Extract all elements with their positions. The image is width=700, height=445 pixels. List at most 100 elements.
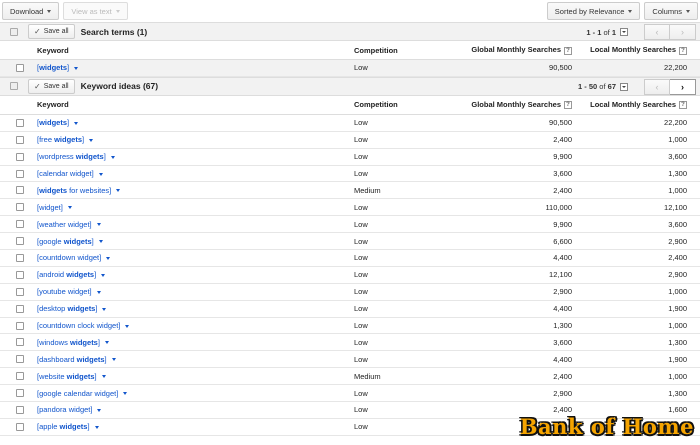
row-checkbox[interactable] <box>15 253 24 262</box>
help-icon[interactable]: ? <box>679 101 687 110</box>
chevron-down-icon[interactable] <box>102 307 107 311</box>
row-checkbox[interactable] <box>15 422 24 431</box>
keyword-link[interactable]: [desktop widgets] <box>37 304 97 313</box>
page-select-dropdown[interactable] <box>620 82 628 91</box>
select-all-checkbox[interactable] <box>10 82 18 91</box>
chevron-down-icon[interactable] <box>67 206 72 210</box>
competition-cell: Low <box>354 118 368 128</box>
keyword-link[interactable]: [pandora widget] <box>37 405 92 414</box>
row-checkbox[interactable] <box>15 287 24 296</box>
keyword-link[interactable]: [widgets for websites] <box>37 186 111 195</box>
keyword-link[interactable]: [widgets] <box>37 63 69 72</box>
local-searches-cell: 22,200 <box>664 118 687 128</box>
check-icon: ✓ <box>34 81 41 91</box>
keyword-column-header[interactable]: Keyword <box>37 100 354 109</box>
keyword-link[interactable]: [google widgets] <box>37 237 94 246</box>
chevron-right-icon: › <box>681 81 684 92</box>
chevron-down-icon[interactable] <box>96 290 101 294</box>
chevron-down-icon[interactable] <box>125 324 130 328</box>
row-checkbox[interactable] <box>15 203 24 212</box>
chevron-down-icon[interactable] <box>101 273 106 277</box>
sort-button[interactable]: Sorted by Relevance <box>546 2 641 20</box>
chevron-down-icon[interactable] <box>89 138 94 142</box>
keyword-link[interactable]: [countdown clock widget] <box>37 321 120 330</box>
chevron-down-icon[interactable] <box>116 189 121 193</box>
row-checkbox[interactable] <box>15 321 24 330</box>
keyword-link[interactable]: [weather widget] <box>37 220 92 229</box>
row-checkbox[interactable] <box>15 355 24 364</box>
page-select-dropdown[interactable] <box>620 28 628 36</box>
columns-button[interactable]: Columns <box>644 2 698 20</box>
row-checkbox[interactable] <box>15 186 24 195</box>
local-searches-column-header[interactable]: Local Monthly Searches? <box>572 45 696 55</box>
chevron-down-icon[interactable] <box>74 66 79 70</box>
keyword-link[interactable]: [countdown widget] <box>37 253 101 262</box>
keyword-link[interactable]: [youtube widget] <box>37 287 92 296</box>
row-checkbox[interactable] <box>15 372 24 381</box>
row-checkbox[interactable] <box>15 118 24 127</box>
row-checkbox[interactable] <box>15 389 24 398</box>
row-checkbox[interactable] <box>15 152 24 161</box>
sort-label: Sorted by Relevance <box>554 6 625 16</box>
competition-column-header[interactable]: Competition <box>354 100 454 109</box>
prev-page-button[interactable]: ‹ <box>644 24 670 40</box>
chevron-down-icon[interactable] <box>98 240 103 244</box>
next-page-button[interactable]: › <box>670 24 696 40</box>
help-icon[interactable]: ? <box>679 46 687 55</box>
row-checkbox[interactable] <box>15 237 24 246</box>
chevron-down-icon[interactable] <box>98 172 103 176</box>
global-searches-cell: 6,600 <box>553 236 572 246</box>
row-checkbox[interactable] <box>15 135 24 144</box>
chevron-down-icon[interactable] <box>97 408 102 412</box>
row-checkbox[interactable] <box>15 169 24 178</box>
check-icon: ✓ <box>34 27 41 36</box>
view-as-text-button[interactable]: View as text <box>63 2 128 20</box>
chevron-down-icon[interactable] <box>94 425 99 429</box>
row-checkbox[interactable] <box>15 270 24 279</box>
keyword-link[interactable]: [dashboard widgets] <box>37 355 107 364</box>
keyword-link[interactable]: [website widgets] <box>37 372 97 381</box>
chevron-down-icon[interactable] <box>74 121 79 125</box>
save-all-button[interactable]: ✓ Save all <box>28 78 75 94</box>
global-searches-column-header[interactable]: Global Monthly Searches? <box>454 45 572 55</box>
next-page-button[interactable]: › <box>670 78 696 95</box>
global-searches-cell: 12,100 <box>549 270 572 280</box>
keyword-link[interactable]: [apple widgets] <box>37 422 90 431</box>
row-checkbox[interactable] <box>15 63 24 72</box>
global-searches-column-header[interactable]: Global Monthly Searches? <box>454 100 572 110</box>
help-icon[interactable]: ? <box>564 46 572 55</box>
save-all-button[interactable]: ✓ Save all <box>28 24 75 39</box>
local-searches-column-header[interactable]: Local Monthly Searches? <box>572 100 696 110</box>
help-icon[interactable]: ? <box>564 101 572 110</box>
table-row: [countdown clock widget] Low 1,300 1,000 <box>0 318 700 335</box>
row-checkbox[interactable] <box>15 338 24 347</box>
chevron-down-icon[interactable] <box>110 155 115 159</box>
chevron-down-icon[interactable] <box>96 223 101 227</box>
keyword-link[interactable]: [calendar widget] <box>37 169 94 178</box>
keyword-link[interactable]: [windows widgets] <box>37 338 100 347</box>
keyword-link[interactable]: [widget] <box>37 203 63 212</box>
chevron-down-icon[interactable] <box>123 392 128 396</box>
competition-cell: Low <box>354 219 368 229</box>
keyword-link[interactable]: [widgets] <box>37 118 69 127</box>
chevron-down-icon[interactable] <box>101 375 106 379</box>
prev-page-button[interactable]: ‹ <box>644 78 670 95</box>
keyword-link[interactable]: [free widgets] <box>37 135 84 144</box>
view-as-text-label: View as text <box>71 6 112 16</box>
competition-cell: Low <box>354 253 368 263</box>
row-checkbox[interactable] <box>15 220 24 229</box>
competition-cell: Medium <box>354 371 381 381</box>
row-checkbox[interactable] <box>15 405 24 414</box>
keyword-column-header[interactable]: Keyword <box>37 46 354 55</box>
keyword-link[interactable]: [google calendar widget] <box>37 389 118 398</box>
keyword-link[interactable]: [android widgets] <box>37 270 96 279</box>
download-button[interactable]: Download <box>2 2 60 20</box>
row-checkbox[interactable] <box>15 304 24 313</box>
chevron-down-icon[interactable] <box>106 256 111 260</box>
global-searches-cell: 90,500 <box>549 118 572 128</box>
chevron-down-icon[interactable] <box>111 358 116 362</box>
chevron-down-icon[interactable] <box>104 341 109 345</box>
competition-column-header[interactable]: Competition <box>354 46 454 55</box>
keyword-link[interactable]: [wordpress widgets] <box>37 152 106 161</box>
select-all-checkbox[interactable] <box>10 27 18 36</box>
